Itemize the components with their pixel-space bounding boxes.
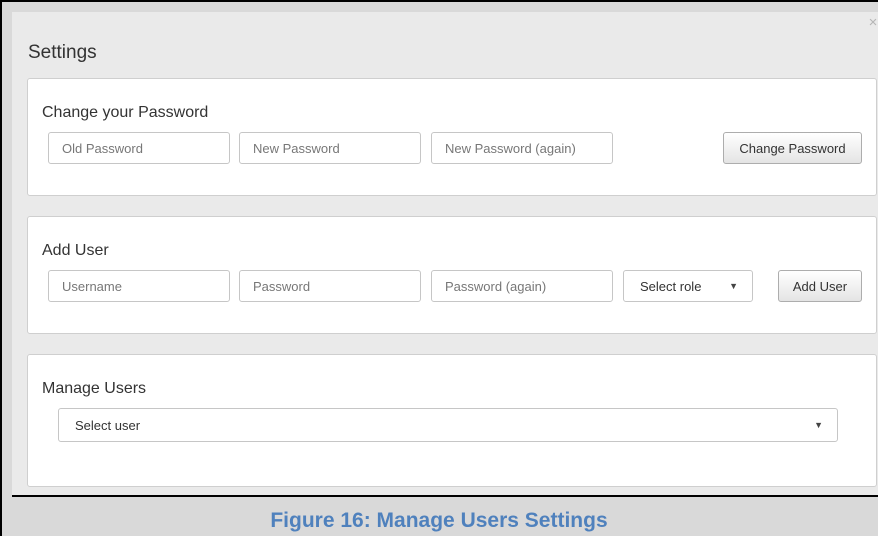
- username-field[interactable]: [48, 270, 230, 302]
- user-select-value: Select user: [75, 417, 141, 433]
- role-select-value: Select role: [640, 278, 702, 294]
- role-select[interactable]: Select role ▼: [623, 270, 753, 302]
- settings-dialog: × Settings Change your Password Change P…: [12, 12, 878, 497]
- manage-users-heading: Manage Users: [42, 380, 147, 397]
- manage-users-panel: Manage Users Select user ▼: [27, 354, 877, 487]
- change-password-button[interactable]: Change Password: [723, 132, 862, 164]
- add-user-panel: Add User Select role ▼ Add User: [27, 216, 877, 334]
- password-field[interactable]: [239, 270, 421, 302]
- close-icon[interactable]: ×: [866, 15, 878, 30]
- change-password-heading: Change your Password: [42, 104, 209, 121]
- chevron-down-icon: ▼: [814, 420, 823, 430]
- figure-frame: × Settings Change your Password Change P…: [0, 0, 878, 536]
- change-password-panel: Change your Password Change Password: [27, 78, 877, 196]
- add-user-heading: Add User: [42, 242, 109, 259]
- old-password-field[interactable]: [48, 132, 230, 164]
- new-password-field[interactable]: [239, 132, 421, 164]
- new-password-again-field[interactable]: [431, 132, 613, 164]
- password-again-field[interactable]: [431, 270, 613, 302]
- user-select[interactable]: Select user ▼: [58, 408, 838, 442]
- chevron-down-icon: ▼: [729, 281, 738, 291]
- page-title: Settings: [28, 42, 97, 63]
- add-user-button[interactable]: Add User: [778, 270, 862, 302]
- figure-caption: Figure 16: Manage Users Settings: [270, 509, 608, 532]
